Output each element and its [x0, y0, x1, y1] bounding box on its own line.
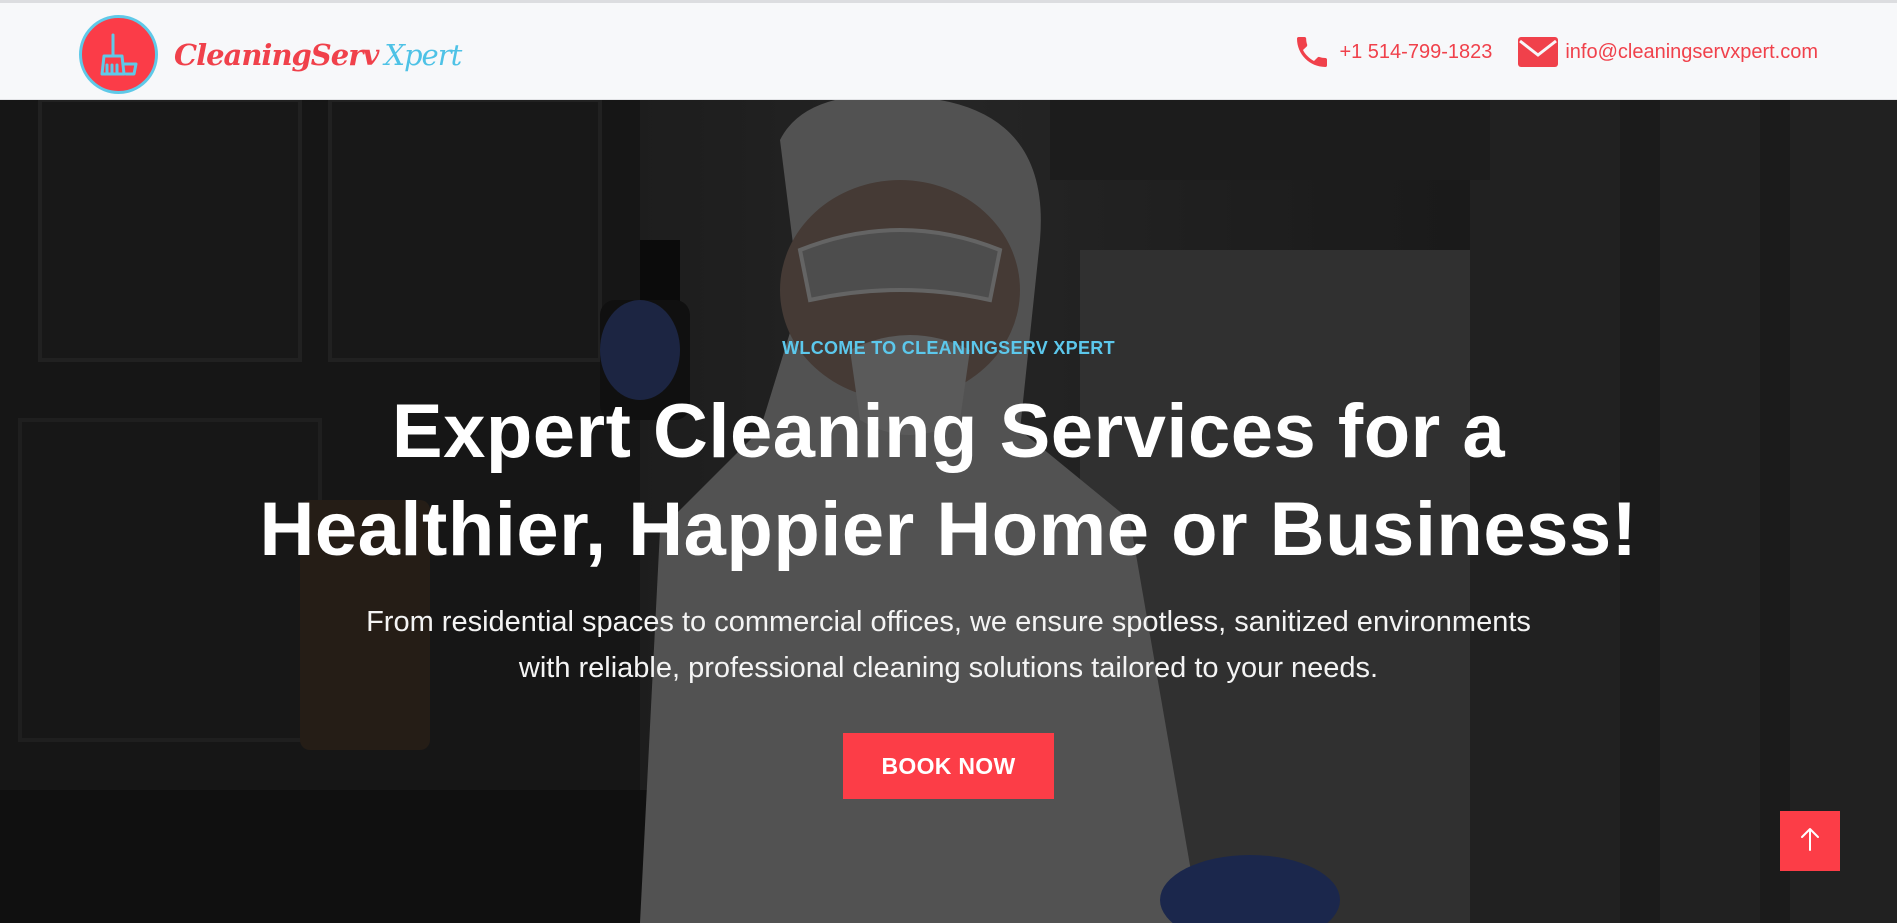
page: CleaningServ Xpert +1 514-799-1823 info@… — [0, 0, 1897, 923]
hero-headline-line-1: Expert Cleaning Services for a — [391, 389, 1506, 474]
email-link[interactable]: info@cleaningservxpert.com — [1517, 36, 1818, 68]
arrow-up-icon — [1800, 826, 1820, 857]
hero-subtitle-line-2: with reliable, professional cleaning sol… — [518, 652, 1379, 684]
broom-icon — [79, 15, 158, 94]
book-now-button[interactable]: BOOK NOW — [843, 733, 1054, 799]
hero-section: WLCOME TO CLEANINGSERV XPERT Expert Clea… — [0, 100, 1897, 923]
logo-word-secondary: Xpert — [384, 37, 462, 72]
logo-word-primary: CleaningServ — [174, 37, 379, 72]
hero-content: WLCOME TO CLEANINGSERV XPERT Expert Clea… — [0, 338, 1897, 799]
contact-info: +1 514-799-1823 info@cleaningservxpert.c… — [1291, 32, 1818, 72]
phone-icon — [1291, 32, 1339, 72]
hero-kicker: WLCOME TO CLEANINGSERV XPERT — [782, 338, 1115, 358]
logo-link[interactable]: CleaningServ Xpert — [79, 15, 462, 94]
envelope-icon — [1517, 36, 1565, 68]
logo-wordmark: CleaningServ Xpert — [174, 37, 462, 72]
phone-number: +1 514-799-1823 — [1339, 40, 1493, 63]
hero-subtitle-line-1: From residential spaces to commercial of… — [366, 606, 1531, 638]
site-header: CleaningServ Xpert +1 514-799-1823 info@… — [0, 0, 1897, 100]
hero-headline-line-2: Healthier, Happier Home or Business! — [259, 487, 1638, 572]
hero-headline: Expert Cleaning Services for a Healthier… — [0, 383, 1897, 579]
scroll-to-top-button[interactable] — [1780, 811, 1840, 871]
phone-link[interactable]: +1 514-799-1823 — [1291, 32, 1492, 72]
email-address: info@cleaningservxpert.com — [1565, 40, 1818, 63]
hero-subtitle: From residential spaces to commercial of… — [289, 599, 1609, 691]
